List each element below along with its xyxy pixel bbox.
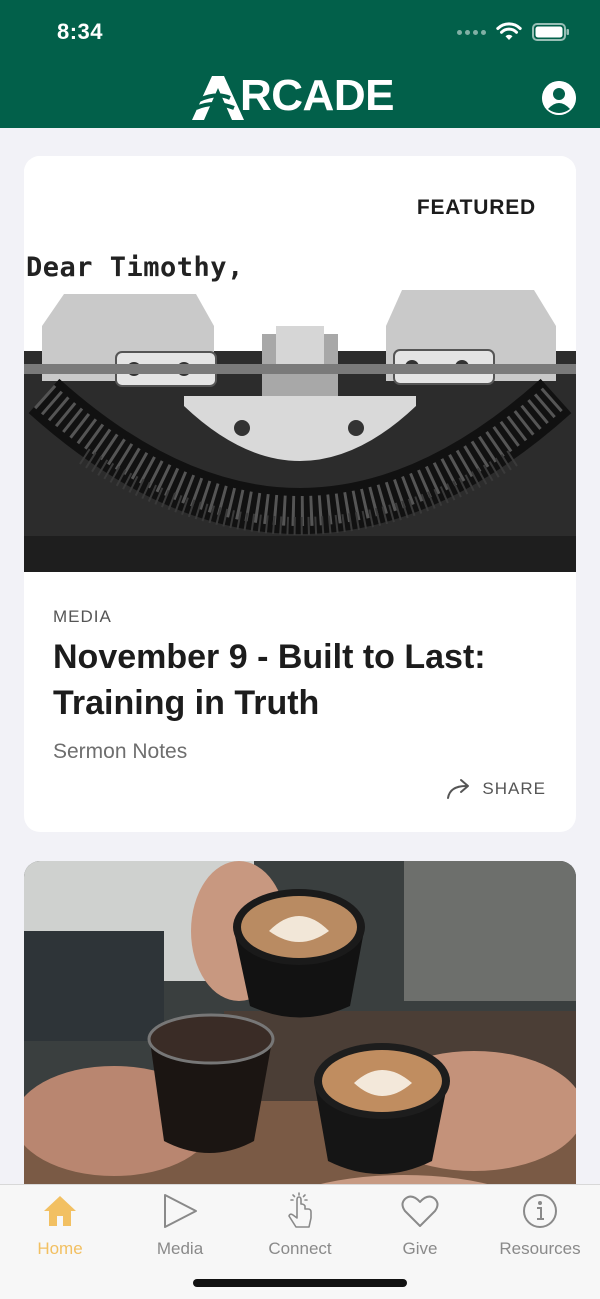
share-label: SHARE — [482, 779, 546, 798]
card-title: November 9 - Built to Last: Training in … — [53, 638, 486, 722]
arcade-logo: RCADE — [190, 70, 412, 122]
share-button[interactable]: SHARE — [446, 778, 546, 800]
info-icon — [520, 1191, 560, 1231]
image-caption-text: Dear Timothy, — [26, 252, 244, 283]
heart-icon — [400, 1191, 440, 1231]
tab-give[interactable]: Give — [360, 1191, 480, 1261]
status-icons — [457, 22, 570, 42]
battery-icon — [532, 23, 569, 41]
featured-card[interactable]: Dear Timothy, FEATURED MEDIA November 9 … — [24, 156, 576, 832]
status-time: 8:34 — [57, 19, 104, 44]
tab-home-label: Home — [37, 1239, 83, 1258]
featured-badge: FEATURED — [416, 196, 536, 219]
tab-resources-label: Resources — [499, 1239, 581, 1258]
home-icon — [40, 1191, 80, 1231]
app-header: 8:34 RCADE — [0, 0, 600, 128]
logo-text: RCADE — [240, 71, 394, 120]
tab-resources[interactable]: Resources — [480, 1191, 600, 1261]
signal-icon — [457, 29, 486, 35]
tab-connect-label: Connect — [268, 1239, 332, 1258]
profile-button[interactable] — [542, 81, 576, 115]
tab-media-label: Media — [156, 1239, 204, 1258]
tab-media[interactable]: Media — [120, 1191, 240, 1261]
card-subtitle: Sermon Notes — [53, 740, 188, 763]
play-icon — [160, 1191, 200, 1231]
wifi-icon — [496, 22, 522, 40]
typewriter-image: Dear Timothy, FEATURED — [24, 156, 576, 572]
person-icon — [542, 81, 576, 115]
home-indicator[interactable] — [193, 1279, 407, 1287]
tab-home[interactable]: Home — [0, 1191, 120, 1261]
logo-a-mark — [192, 76, 244, 120]
card-category: MEDIA — [53, 607, 112, 626]
tab-give-label: Give — [402, 1239, 438, 1258]
tab-connect[interactable]: Connect — [240, 1191, 360, 1261]
tap-hand-icon — [280, 1191, 320, 1231]
share-arrow-icon — [447, 779, 470, 799]
